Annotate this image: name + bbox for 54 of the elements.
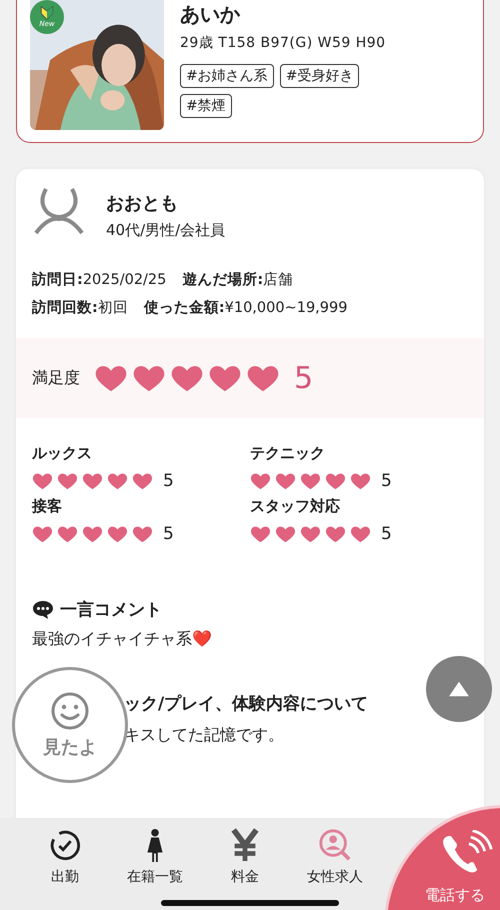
- heart-icon: [300, 524, 321, 544]
- cast-name: あいか: [180, 2, 241, 26]
- rating-score: 5: [163, 471, 174, 491]
- heart-icon: [107, 524, 128, 544]
- tag[interactable]: #受身好き: [280, 64, 360, 88]
- heart-icon: [107, 471, 128, 491]
- visit-info: 遊んだ場所:店舗: [182, 270, 294, 290]
- heart-icon: [32, 524, 53, 544]
- heart-icon: [57, 524, 78, 544]
- heart-icon: [132, 471, 153, 491]
- clock-check-icon: [48, 828, 82, 862]
- heart-icon: [350, 524, 371, 544]
- satisfaction-label: 満足度: [32, 368, 80, 388]
- reviewer-name: おおとも: [106, 192, 179, 215]
- person-search-icon: [318, 828, 352, 862]
- rating-label: スタッフ対応: [250, 497, 341, 516]
- tag[interactable]: #お姉さん系: [180, 64, 274, 88]
- visit-info: 使った金額:¥10,000~19,999: [144, 298, 348, 318]
- reviewer-profile: 40代/男性/会社員: [106, 221, 226, 240]
- cast-stats: 29歳 T158 B97(G) W59 H90: [180, 34, 386, 52]
- comment-title: 一言コメント: [60, 599, 162, 621]
- rating-label: ルックス: [32, 444, 93, 463]
- heart-icon: [275, 471, 296, 491]
- heart-icon: [275, 524, 296, 544]
- smiley-icon: [50, 691, 90, 731]
- triangle-up-icon: [447, 680, 471, 698]
- heart-icon: [300, 471, 321, 491]
- nav-item[interactable]: 在籍一覧: [110, 818, 200, 910]
- rating-score: 5: [381, 524, 392, 544]
- heart-icon: [132, 524, 153, 544]
- heart-icon: [350, 471, 371, 491]
- visit-info: 訪問日:2025/02/25: [32, 270, 166, 290]
- heart-icon: [57, 471, 78, 491]
- nav-item[interactable]: 女性求人: [290, 818, 380, 910]
- shield-icon: [40, 6, 54, 20]
- nav-item[interactable]: 料金: [200, 818, 290, 910]
- nav-item[interactable]: 出勤: [20, 818, 110, 910]
- satisfaction-score: 5: [294, 360, 314, 396]
- rating-label: テクニック: [250, 444, 326, 463]
- rating-score: 5: [381, 471, 392, 491]
- heart-icon: [325, 524, 346, 544]
- heart-icon: [32, 471, 53, 491]
- rating-label: 接客: [32, 497, 63, 516]
- heart-icon: [82, 471, 103, 491]
- heart-icon: [325, 471, 346, 491]
- heart-icon: [82, 524, 103, 544]
- comment-text: 最強のイチャイチャ系❤: [31, 628, 213, 650]
- rating-score: 5: [163, 524, 174, 544]
- user-icon: [34, 187, 84, 237]
- heart-icon: [250, 524, 271, 544]
- visit-info: 訪問回数:初回: [32, 298, 128, 318]
- tag[interactable]: #禁煙: [180, 94, 232, 118]
- speech-bubble-icon: [32, 600, 54, 620]
- heart-icon: [250, 471, 271, 491]
